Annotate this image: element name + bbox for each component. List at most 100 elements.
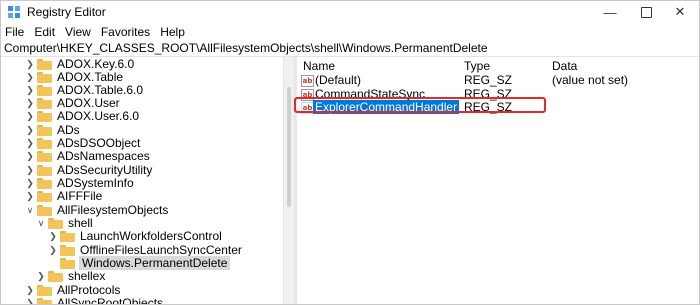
title-bar[interactable]: Registry Editor — ✕ <box>1 1 699 23</box>
value-name: (Default) <box>315 73 362 87</box>
tree-item-selected[interactable]: Windows.PermanentDelete <box>49 256 231 270</box>
value-row[interactable]: ab (Default) REG_SZ (value not set) <box>297 73 699 87</box>
folder-icon <box>37 164 52 176</box>
tree-item-label: ADsNamespaces <box>57 149 150 163</box>
folder-icon <box>60 230 75 242</box>
menu-help[interactable]: Help <box>155 23 190 41</box>
values-list[interactable]: Name Type Data ab (Default) REG_SZ (valu… <box>297 57 699 304</box>
tree-item-label: ADOX.User <box>57 96 120 110</box>
menu-file[interactable]: File <box>1 23 29 41</box>
close-button[interactable]: ✕ <box>665 1 695 23</box>
tree-item[interactable]: ❯ AllSyncRootObjects <box>26 296 164 304</box>
tree-item[interactable]: ❯ ADsDSOObject <box>26 136 141 150</box>
tree-item-label: AllFilesystemObjects <box>57 203 169 217</box>
scrollbar-thumb[interactable] <box>287 87 291 207</box>
tree-item-label: ADsDSOObject <box>57 136 141 150</box>
chevron-right-icon[interactable]: ❯ <box>26 136 34 150</box>
value-type: REG_SZ <box>464 73 513 87</box>
menu-view[interactable]: View <box>60 23 96 41</box>
chevron-down-icon[interactable]: ∨ <box>37 216 45 230</box>
string-value-icon: ab <box>301 75 314 87</box>
tree-item[interactable]: ❯ AllProtocols <box>26 283 121 297</box>
tree-item[interactable]: ❯ AIFFFile <box>26 189 103 203</box>
tree-item-label: AllProtocols <box>57 283 121 297</box>
menu-favorites[interactable]: Favorites <box>96 23 155 41</box>
tree-item-label: ADs <box>57 123 80 137</box>
window-title: Registry Editor <box>27 5 106 19</box>
folder-icon <box>37 204 52 216</box>
tree-item[interactable]: ∨ AllFilesystemObjects <box>26 203 169 217</box>
folder-icon <box>37 110 52 122</box>
tree-item[interactable]: ❯ OfflineFilesLaunchSyncCenter <box>49 243 243 257</box>
column-header-name[interactable]: Name <box>303 59 335 73</box>
chevron-right-icon[interactable]: ❯ <box>26 57 34 71</box>
tree-item[interactable]: ❯ ADsSecurityUtility <box>26 163 153 177</box>
tree-item[interactable]: ❯ ADOX.User <box>26 96 121 110</box>
tree-item[interactable]: ❯ ADSystemInfo <box>26 176 135 190</box>
tree-item[interactable]: ❯ ADOX.Table.6.0 <box>26 83 144 97</box>
tree-item-label: Windows.PermanentDelete <box>79 256 231 270</box>
menu-bar: File Edit View Favorites Help <box>1 23 699 41</box>
tree-item[interactable]: ❯ ADsNamespaces <box>26 149 151 163</box>
tree-item-label: shellex <box>68 269 106 283</box>
tree-item-label: ADOX.Table <box>57 70 124 84</box>
folder-icon <box>37 297 52 304</box>
tree-item[interactable]: ❯ ADOX.Key.6.0 <box>26 57 135 71</box>
chevron-right-icon[interactable]: ❯ <box>26 296 34 305</box>
maximize-icon <box>640 6 652 18</box>
tree-item[interactable]: ❯ shellex <box>37 269 106 283</box>
chevron-down-icon[interactable]: ∨ <box>26 203 34 217</box>
chevron-right-icon[interactable]: ❯ <box>37 269 45 283</box>
tree-item[interactable]: ❯ LaunchWorkfoldersControl <box>49 229 223 243</box>
chevron-right-icon[interactable]: ❯ <box>49 229 57 243</box>
address-bar[interactable]: Computer\HKEY_CLASSES_ROOT\AllFilesystem… <box>1 41 699 57</box>
tree-item-label: ADsSecurityUtility <box>57 163 153 177</box>
tree-item-label: ADSystemInfo <box>57 176 134 190</box>
chevron-right-icon[interactable]: ❯ <box>26 96 34 110</box>
tree-item[interactable]: ❯ ADOX.Table <box>26 70 124 84</box>
menu-edit[interactable]: Edit <box>29 23 60 41</box>
folder-icon <box>60 244 75 256</box>
tree-item[interactable]: ❯ ADs <box>26 123 81 137</box>
chevron-right-icon[interactable]: ❯ <box>26 176 34 190</box>
folder-icon <box>37 177 52 189</box>
highlight-annotation <box>294 97 546 113</box>
registry-editor-window: Registry Editor — ✕ File Edit View Favor… <box>0 0 700 305</box>
list-header: Name Type Data <box>297 57 699 73</box>
close-icon: ✕ <box>674 4 686 19</box>
tree-item[interactable]: ∨ shell <box>37 216 94 230</box>
tree-item-label: OfflineFilesLaunchSyncCenter <box>80 243 242 257</box>
chevron-right-icon[interactable]: ❯ <box>26 189 34 203</box>
minimize-icon: — <box>603 4 617 20</box>
tree-item-label: ADOX.Key.6.0 <box>57 57 135 71</box>
tree-item-label: AllSyncRootObjects <box>57 296 164 304</box>
folder-icon <box>37 124 52 136</box>
chevron-right-icon[interactable]: ❯ <box>26 123 34 137</box>
tree-item-label: shell <box>68 216 93 230</box>
folder-icon <box>37 71 52 83</box>
folder-icon <box>37 97 52 109</box>
chevron-right-icon[interactable]: ❯ <box>26 163 34 177</box>
folder-icon <box>48 270 63 282</box>
folder-icon <box>37 284 52 296</box>
folder-icon <box>37 190 52 202</box>
chevron-right-icon[interactable]: ❯ <box>26 70 34 84</box>
chevron-right-icon[interactable]: ❯ <box>26 83 34 97</box>
chevron-right-icon[interactable]: ❯ <box>49 243 57 257</box>
key-tree[interactable]: ❯ ADOX.Key.6.0 ❯ ADOX.Table ❯ ADOX.Table… <box>1 57 283 304</box>
chevron-right-icon[interactable]: ❯ <box>26 149 34 163</box>
folder-icon <box>60 257 75 269</box>
minimize-button[interactable]: — <box>595 1 625 23</box>
tree-item[interactable]: ❯ ADOX.User.6.0 <box>26 109 140 123</box>
column-header-type[interactable]: Type <box>464 59 490 73</box>
tree-item-label: AIFFFile <box>57 189 103 203</box>
folder-icon <box>37 84 52 96</box>
column-header-data[interactable]: Data <box>552 59 577 73</box>
maximize-button[interactable] <box>631 1 661 23</box>
folder-icon <box>37 58 52 70</box>
folder-icon <box>37 150 52 162</box>
registry-editor-icon <box>8 6 20 18</box>
chevron-right-icon[interactable]: ❯ <box>26 283 34 297</box>
folder-icon <box>37 137 52 149</box>
chevron-right-icon[interactable]: ❯ <box>26 109 34 123</box>
